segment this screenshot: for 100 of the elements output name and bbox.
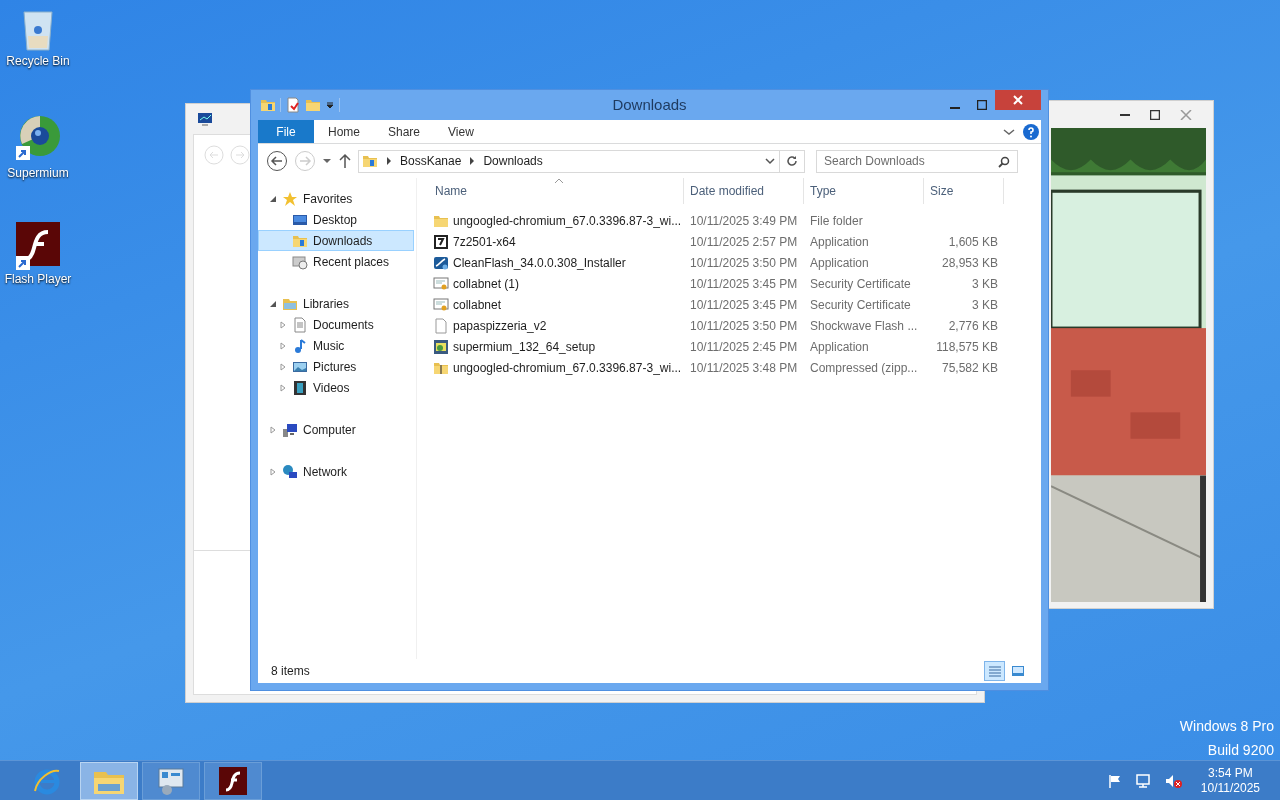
nav-tree-item[interactable]: Documents bbox=[258, 314, 414, 335]
file-row[interactable]: 7z2501-x64 10/11/2025 2:57 PM Application 1,605 KB bbox=[429, 231, 1041, 252]
properties-icon[interactable] bbox=[285, 97, 301, 113]
column-header[interactable]: Type bbox=[804, 178, 924, 204]
type-cell-text: Security Certificate bbox=[809, 275, 912, 293]
size-cell-text: 118,575 KB bbox=[935, 338, 999, 356]
search-icon bbox=[998, 155, 1010, 168]
column-header[interactable]: Date modified bbox=[684, 178, 804, 204]
nav-tree-item[interactable]: Libraries bbox=[258, 293, 414, 314]
flash-player-icon bbox=[14, 222, 62, 270]
tiles-icon bbox=[1010, 665, 1025, 677]
computer-icon bbox=[282, 421, 298, 438]
size-cell-text: 75,582 KB bbox=[940, 359, 999, 377]
date-cell-text: 10/11/2025 3:48 PM bbox=[689, 359, 799, 377]
folder-icon bbox=[260, 97, 276, 113]
file-row[interactable]: papaspizzeria_v2 10/11/2025 3:50 PM Shockwave Flash ... 2,776 KB bbox=[429, 315, 1041, 336]
seven-zip-icon bbox=[433, 233, 449, 250]
type-cell-text: File folder bbox=[809, 212, 864, 230]
date-cell-text: 10/11/2025 3:50 PM bbox=[689, 317, 799, 335]
search-field[interactable]: Search Downloads bbox=[816, 149, 1018, 173]
nav-tree-item[interactable]: Network bbox=[258, 461, 414, 482]
edition-text: Windows 8 Pro bbox=[1179, 717, 1274, 736]
date-cell-text: 10/11/2025 2:45 PM bbox=[689, 338, 799, 356]
certificate-icon bbox=[433, 275, 449, 292]
network-icon[interactable] bbox=[1134, 772, 1153, 789]
collapsed-arrow-icon[interactable] bbox=[279, 362, 287, 371]
film-icon bbox=[292, 379, 308, 396]
file-row[interactable]: ungoogled-chromium_67.0.3396.87-3_wi... 10/11/2025 3:48 PM Compressed (zipp... 75,582 KB bbox=[429, 357, 1041, 378]
chevron-right-icon[interactable] bbox=[469, 157, 476, 165]
column-header[interactable]: Size bbox=[924, 178, 1004, 204]
close-button[interactable] bbox=[995, 90, 1041, 110]
window-title: Downloads bbox=[612, 94, 687, 115]
maximize-icon[interactable] bbox=[1150, 109, 1160, 120]
document-icon bbox=[292, 316, 308, 333]
file-row[interactable]: collabnet 10/11/2025 3:45 PM Security Certificate 3 KB bbox=[429, 294, 1041, 315]
recent-places-icon bbox=[292, 253, 308, 270]
size-cell-text: 3 KB bbox=[971, 275, 999, 293]
collapsed-arrow-icon[interactable] bbox=[279, 320, 287, 329]
size-cell-text: 3 KB bbox=[971, 296, 999, 314]
ribbon-tab[interactable]: Share bbox=[374, 120, 435, 143]
breadcrumb[interactable]: Downloads bbox=[483, 152, 543, 170]
collapsed-arrow-icon[interactable] bbox=[279, 341, 287, 350]
ribbon-tab[interactable]: File bbox=[258, 120, 314, 143]
details-list-icon bbox=[987, 665, 1002, 677]
type-cell-text: Application bbox=[809, 254, 870, 272]
date-cell-text: 10/11/2025 3:50 PM bbox=[689, 254, 799, 272]
nav-tree-item[interactable]: Favorites bbox=[258, 188, 414, 209]
nav-tree-item[interactable]: Downloads bbox=[258, 230, 414, 251]
installer-icon bbox=[433, 254, 449, 271]
folder-icon bbox=[362, 153, 378, 169]
setup-icon bbox=[433, 338, 449, 355]
refresh-button[interactable] bbox=[779, 149, 805, 173]
dropdown-icon[interactable] bbox=[322, 156, 332, 166]
chevron-right-icon[interactable] bbox=[386, 157, 392, 165]
nav-tree-item[interactable]: Computer bbox=[258, 419, 414, 440]
expanded-arrow-icon[interactable] bbox=[269, 299, 277, 308]
certificate-icon bbox=[433, 296, 449, 313]
nav-tree-item[interactable]: Videos bbox=[258, 377, 414, 398]
type-cell-text: Shockwave Flash ... bbox=[809, 317, 919, 335]
nav-tree-item[interactable]: Desktop bbox=[258, 209, 414, 230]
close-icon bbox=[1013, 95, 1023, 105]
file-name: papaspizzeria_v2 bbox=[453, 317, 547, 335]
nav-tree-item[interactable]: Music bbox=[258, 335, 414, 356]
file-row[interactable]: CleanFlash_34.0.0.308_Installer 10/11/2025 3:50 PM Application 28,953 KB bbox=[429, 252, 1041, 273]
up-arrow-icon[interactable] bbox=[338, 153, 352, 169]
ribbon-tab[interactable]: View bbox=[434, 120, 488, 143]
expanded-arrow-icon[interactable] bbox=[269, 194, 277, 203]
type-cell-text: Security Certificate bbox=[809, 296, 912, 314]
flag-icon[interactable] bbox=[1106, 772, 1123, 789]
date-cell-text: 10/11/2025 3:45 PM bbox=[689, 275, 799, 293]
ribbon-tab[interactable]: Home bbox=[314, 120, 374, 143]
control-panel-icon bbox=[155, 765, 187, 796]
maximize-icon bbox=[976, 100, 987, 110]
clock[interactable]: 3:54 PM 10/11/2025 bbox=[1200, 765, 1260, 796]
breadcrumb[interactable]: BossKanae bbox=[400, 152, 462, 170]
dropdown-icon[interactable] bbox=[765, 157, 775, 165]
help-icon[interactable] bbox=[1023, 123, 1039, 140]
desktop-icon-label[interactable]: Recycle Bin bbox=[6, 52, 70, 70]
flash-player-icon bbox=[219, 766, 247, 795]
network-icon bbox=[282, 463, 298, 480]
column-header[interactable]: Name bbox=[429, 178, 684, 204]
collapsed-arrow-icon[interactable] bbox=[269, 467, 277, 476]
collapsed-arrow-icon[interactable] bbox=[279, 383, 287, 392]
star-icon bbox=[282, 190, 298, 207]
close-icon[interactable] bbox=[1180, 109, 1192, 120]
chevron-down-icon[interactable] bbox=[1003, 126, 1015, 137]
taskbar-button[interactable] bbox=[204, 761, 262, 800]
file-name: collabnet (1) bbox=[453, 275, 520, 293]
dropdown-icon[interactable] bbox=[325, 100, 335, 110]
collapsed-arrow-icon[interactable] bbox=[269, 425, 277, 434]
minimize-icon[interactable] bbox=[1120, 113, 1130, 116]
nav-tree-item[interactable]: Pictures bbox=[258, 356, 414, 377]
file-row[interactable]: collabnet (1) 10/11/2025 3:45 PM Security Certificate 3 KB bbox=[429, 273, 1041, 294]
file-row[interactable]: ungoogled-chromium_67.0.3396.87-3_wi... 10/11/2025 3:49 PM File folder bbox=[429, 210, 1041, 231]
nav-tree-item[interactable]: Recent places bbox=[258, 251, 414, 272]
desktop-icon-label[interactable]: Supermium bbox=[7, 164, 69, 182]
music-note-icon bbox=[292, 337, 308, 354]
file-row[interactable]: supermium_132_64_setup 10/11/2025 2:45 PM Application 118,575 KB bbox=[429, 336, 1041, 357]
address-bar[interactable]: BossKanae Downloads bbox=[358, 149, 780, 173]
date-cell-text: 10/11/2025 3:45 PM bbox=[689, 296, 799, 314]
